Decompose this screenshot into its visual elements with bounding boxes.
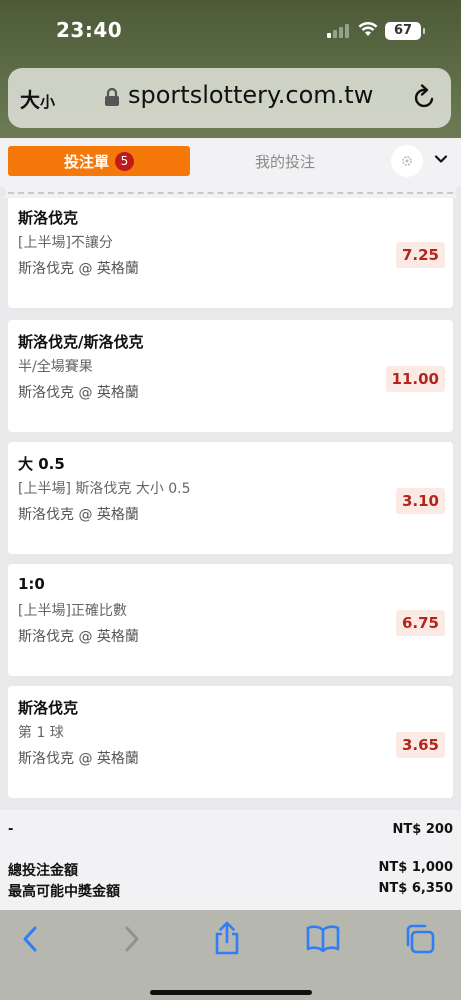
- bet-selection: 大 0.5: [18, 455, 65, 473]
- bet-market: 第 1 球: [18, 725, 64, 741]
- max-payout-label: 最高可能中獎金額: [8, 884, 120, 900]
- settings-button[interactable]: [391, 145, 423, 177]
- share-button[interactable]: [212, 920, 242, 960]
- bet-card[interactable]: 斯洛伐克 第 1 球 斯洛伐克 @ 英格蘭 3.65: [8, 686, 453, 798]
- status-bar: 23:40 67: [0, 0, 461, 62]
- bet-market: [上半場]正確比數: [18, 603, 127, 619]
- bet-summary: - NT$ 200 總投注金額 NT$ 1,000 最高可能中獎金額 NT$ 6…: [0, 810, 461, 910]
- url-text[interactable]: sportslottery.com.tw: [128, 81, 373, 109]
- bet-card[interactable]: 大 0.5 [上半場] 斯洛伐克 大小 0.5 斯洛伐克 @ 英格蘭 3.10: [8, 442, 453, 554]
- bet-odds[interactable]: 3.65: [395, 732, 445, 758]
- wifi-icon: [358, 21, 378, 41]
- cellular-signal-icon: [327, 24, 351, 38]
- stake-value: NT$ 200: [392, 822, 453, 837]
- bookmarks-button[interactable]: [305, 924, 341, 956]
- betslip-tabs: 投注單 5 我的投注: [0, 138, 461, 186]
- bet-odds[interactable]: 3.10: [395, 488, 445, 514]
- book-icon: [306, 925, 340, 953]
- total-stake-row: 總投注金額 NT$ 1,000: [8, 860, 453, 880]
- status-time: 23:40: [56, 18, 123, 42]
- bet-match: 斯洛伐克 @ 英格蘭: [18, 385, 139, 401]
- bet-market: [上半場] 斯洛伐克 大小 0.5: [18, 481, 191, 497]
- bet-list[interactable]: 斯洛伐克 [上半場]不讓分 斯洛伐克 @ 英格蘭 7.25 斯洛伐克/斯洛伐克 …: [0, 198, 461, 810]
- max-payout-row: 最高可能中獎金額 NT$ 6,350: [8, 881, 453, 901]
- bet-match: 斯洛伐克 @ 英格蘭: [18, 751, 139, 767]
- betslip-count-badge: 5: [115, 151, 134, 171]
- stake-label: -: [8, 822, 14, 837]
- back-chevron-icon: [23, 926, 37, 952]
- home-indicator: [150, 990, 312, 995]
- bet-match: 斯洛伐克 @ 英格蘭: [18, 629, 139, 645]
- max-payout-value: NT$ 6,350: [378, 881, 453, 896]
- tab-betslip[interactable]: 投注單 5: [8, 146, 190, 176]
- gear-icon: [402, 156, 412, 166]
- bet-card[interactable]: 斯洛伐克 [上半場]不讓分 斯洛伐克 @ 英格蘭 7.25: [8, 198, 453, 308]
- battery-icon: 67: [385, 22, 425, 40]
- forward-chevron-icon: [125, 926, 139, 952]
- tabs-icon: [406, 924, 435, 954]
- tab-betslip-label: 投注單: [63, 152, 109, 171]
- total-stake-label: 總投注金額: [8, 863, 78, 879]
- bet-market: 半/全場賽果: [18, 359, 93, 375]
- tab-my-bets[interactable]: 我的投注: [200, 146, 370, 176]
- bet-match: 斯洛伐克 @ 英格蘭: [18, 507, 139, 523]
- text-size-button[interactable]: 大小: [20, 84, 55, 113]
- bet-card[interactable]: 1:0 [上半場]正確比數 斯洛伐克 @ 英格蘭 6.75: [8, 564, 453, 676]
- share-icon: [215, 921, 239, 955]
- browser-address-area: 大小 sportslottery.com.tw: [0, 62, 461, 138]
- forward-button[interactable]: [118, 924, 144, 958]
- bet-market: [上半場]不讓分: [18, 235, 113, 251]
- bet-odds[interactable]: 6.75: [395, 610, 445, 636]
- bet-selection: 斯洛伐克/斯洛伐克: [18, 333, 144, 351]
- bet-odds[interactable]: 11.00: [385, 366, 445, 392]
- bet-match: 斯洛伐克 @ 英格蘭: [18, 261, 139, 277]
- bet-selection: 斯洛伐克: [18, 699, 79, 717]
- lock-icon: [104, 87, 120, 107]
- bet-odds[interactable]: 7.25: [395, 242, 445, 268]
- bet-selection: 斯洛伐克: [18, 209, 79, 227]
- ticket-divider: [0, 186, 461, 198]
- bet-card[interactable]: 斯洛伐克/斯洛伐克 半/全場賽果 斯洛伐克 @ 英格蘭 11.00: [8, 320, 453, 432]
- bet-selection: 1:0: [18, 575, 45, 593]
- reload-icon[interactable]: [412, 83, 438, 115]
- address-bar[interactable]: 大小 sportslottery.com.tw: [8, 68, 451, 128]
- total-stake-value: NT$ 1,000: [378, 860, 453, 875]
- stake-row: - NT$ 200: [8, 822, 453, 837]
- back-button[interactable]: [18, 924, 44, 958]
- chevron-down-icon: [434, 155, 448, 163]
- tabs-button[interactable]: [403, 923, 437, 959]
- collapse-betslip-button[interactable]: [433, 151, 449, 171]
- text-size-small-label: 小: [40, 93, 56, 111]
- browser-toolbar: [0, 910, 461, 1000]
- text-size-label: 大: [20, 88, 40, 112]
